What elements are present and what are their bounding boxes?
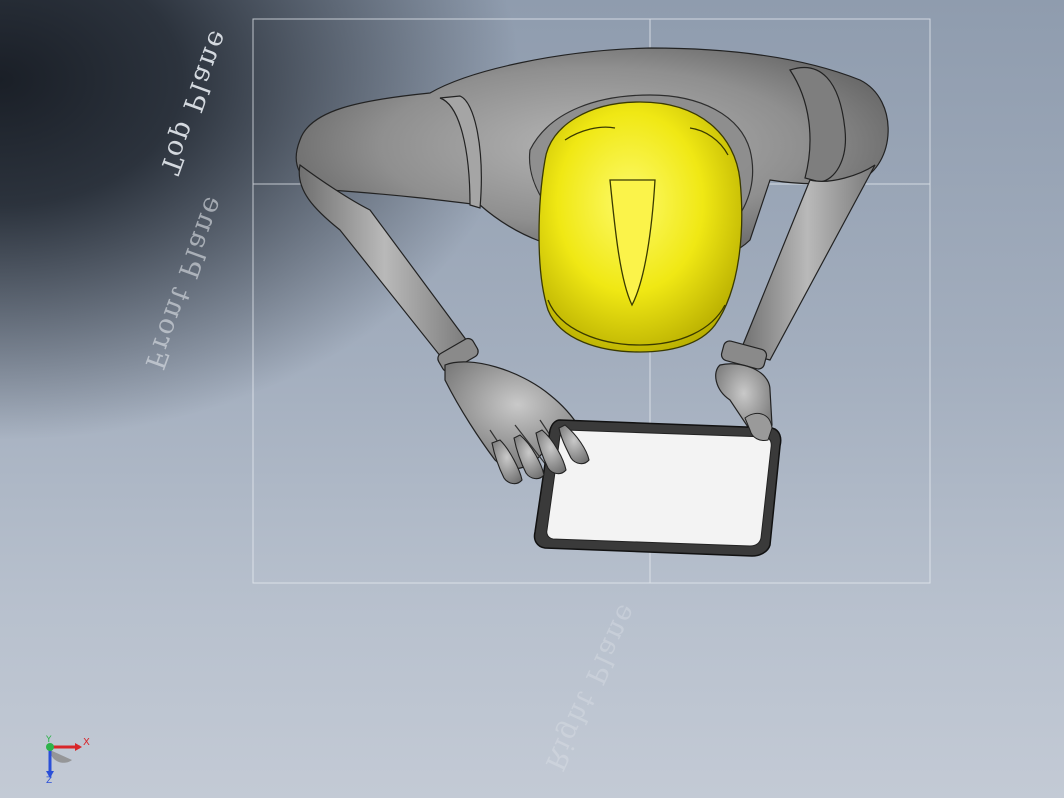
top-plane-label[interactable]: Top Plane: [153, 24, 234, 178]
x-axis-label: X: [83, 737, 90, 748]
z-axis-label: Z: [46, 776, 52, 786]
right-plane-label[interactable]: Right Plane: [539, 598, 644, 775]
reference-triad[interactable]: X Y Z: [45, 735, 90, 786]
front-plane-label[interactable]: Front Plane: [138, 191, 230, 374]
hard-hat[interactable]: [538, 101, 743, 353]
graphics-viewport[interactable]: Top Plane Front Plane Right Plane X Y Z: [0, 0, 1064, 798]
y-axis-label: Y: [45, 735, 52, 745]
model-canvas[interactable]: Top Plane Front Plane Right Plane X Y Z: [0, 0, 1064, 798]
